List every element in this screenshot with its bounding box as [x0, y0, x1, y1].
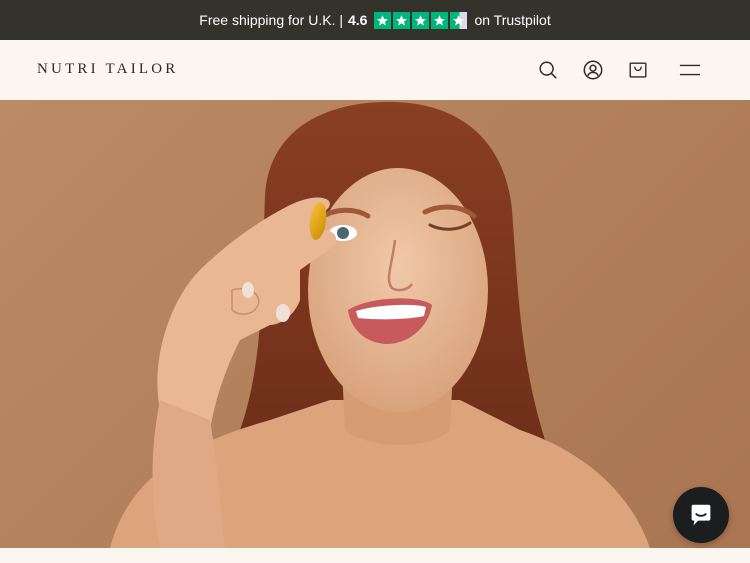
site-header: NUTRI TAILOR [0, 40, 750, 100]
account-icon[interactable] [581, 58, 605, 82]
star-icon [412, 11, 430, 29]
search-icon[interactable] [536, 58, 560, 82]
trustpilot-stars[interactable] [374, 11, 468, 29]
chat-button[interactable] [673, 487, 729, 543]
announcement-bar: Free shipping for U.K. | 4.6 on Trustpil… [0, 0, 750, 40]
hero-image [0, 100, 750, 548]
trustpilot-rating: 4.6 [347, 12, 368, 28]
trustpilot-label[interactable]: on Trustpilot [474, 12, 550, 28]
brand-logo[interactable]: NUTRI TAILOR [37, 61, 179, 78]
chat-icon [691, 504, 711, 526]
star-icon [374, 11, 392, 29]
star-icon [393, 11, 411, 29]
star-icon [431, 11, 449, 29]
half-star-icon [450, 11, 468, 29]
cart-icon[interactable] [626, 58, 650, 82]
announcement-text: Free shipping for U.K. | [199, 12, 343, 28]
arm [152, 400, 225, 548]
hero-illustration [110, 101, 650, 548]
menu-icon[interactable] [678, 58, 702, 82]
bottom-strip [0, 548, 750, 563]
